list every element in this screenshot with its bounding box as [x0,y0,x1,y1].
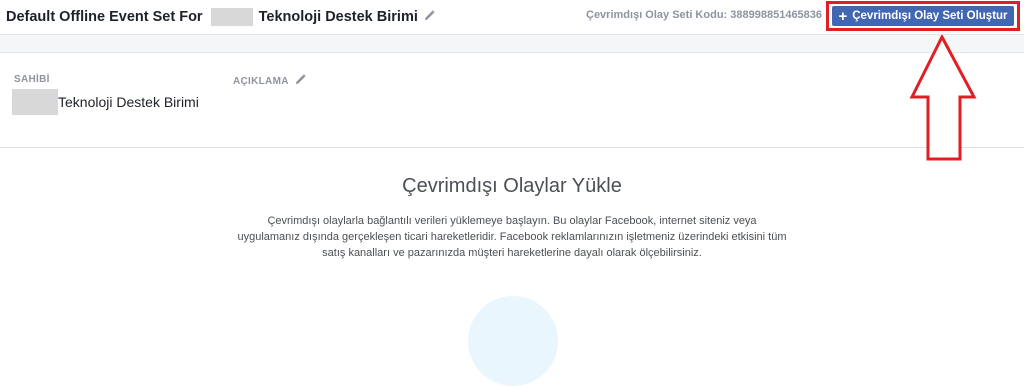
event-set-code-label: Çevrimdışı Olay Seti Kodu: [586,9,728,21]
upload-description: Çevrimdışı olaylarla bağlantılı verileri… [237,215,787,259]
event-set-code-value: 388998851465836 [730,9,823,21]
title-prefix: Default Offline Event Set For [6,9,203,25]
redacted-name [210,8,253,26]
event-set-details: SAHİBİ Teknoloji Destek Birimi AÇIKLAMA [0,53,1024,148]
owner-value: Teknoloji Destek Birimi [12,89,199,115]
owner-name: Teknoloji Destek Birimi [58,94,199,110]
tab-band [0,35,1024,53]
description-label: AÇIKLAMA [233,74,306,88]
create-offline-event-set-button[interactable]: + Çevrimdışı Olay Seti Oluştur [832,6,1014,26]
create-button-label: Çevrimdışı Olay Seti Oluştur [852,10,1008,22]
title-suffix: Teknoloji Destek Birimi [258,9,418,25]
page-title: Default Offline Event Set For Teknoloji … [6,8,435,26]
upload-illustration [468,296,558,386]
upload-title: Çevrimdışı Olaylar Yükle [402,175,622,197]
plus-icon: + [838,7,848,25]
page-header: Default Offline Event Set For Teknoloji … [0,0,1024,35]
redacted-owner [12,89,58,115]
create-button-highlight: + Çevrimdışı Olay Seti Oluştur [826,1,1020,31]
edit-title-pencil-icon[interactable] [424,9,435,25]
owner-label: SAHİBİ [14,74,50,85]
annotation-up-arrow [909,35,977,161]
description-label-text: AÇIKLAMA [233,75,289,87]
edit-description-pencil-icon[interactable] [295,74,306,88]
event-set-code: Çevrimdışı Olay Seti Kodu: 3889988514658… [586,9,822,21]
